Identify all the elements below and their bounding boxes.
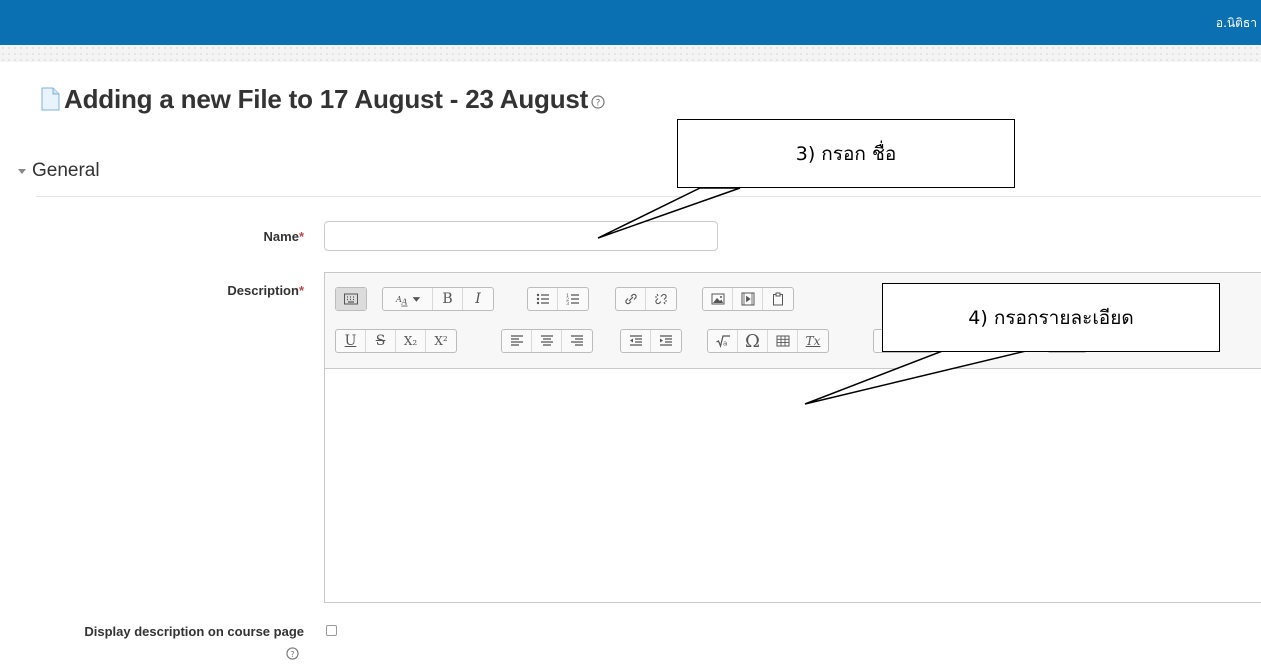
help-icon[interactable]: ?: [286, 647, 299, 660]
toolbar-group-links: [615, 287, 677, 311]
toolbar-group-insert: a Ω Tx: [707, 329, 829, 353]
svg-text:3: 3: [566, 301, 569, 307]
header-pattern-strip: [0, 45, 1261, 62]
paste-button[interactable]: [763, 288, 793, 310]
svg-text:a: a: [723, 340, 727, 348]
page-heading: Adding a new File to 17 August - 23 Augu…: [40, 82, 605, 116]
table-icon: [776, 335, 789, 347]
editor-content-area[interactable]: [325, 369, 1261, 603]
font-size-icon: AA: [394, 294, 420, 307]
help-icon[interactable]: ?: [591, 95, 605, 109]
user-menu[interactable]: อ.นิติธา: [1216, 14, 1257, 33]
display-description-label: Display description on course page: [84, 624, 304, 639]
bullet-list-icon: [536, 293, 549, 305]
outdent-button[interactable]: [621, 330, 651, 352]
clipboard-icon: [773, 292, 783, 306]
page-title: Adding a new File to 17 August - 23 Augu…: [64, 83, 589, 114]
toolbar-group-align: [501, 329, 593, 353]
keyboard-icon: [344, 293, 358, 305]
description-label: Description*: [227, 283, 304, 298]
numbered-list-icon: 123: [566, 293, 579, 307]
toolbar-group-toggle: [335, 287, 367, 311]
show-more-buttons-button[interactable]: [336, 288, 366, 310]
media-icon: [741, 292, 754, 306]
special-character-button[interactable]: Ω: [738, 330, 768, 352]
align-right-button[interactable]: [562, 330, 592, 352]
align-left-icon: [510, 335, 523, 346]
callout-description-text: 4) กรอกรายละเอียด: [968, 306, 1134, 329]
align-center-button[interactable]: [532, 330, 562, 352]
section-divider: [36, 196, 1261, 197]
link-button[interactable]: [616, 288, 646, 310]
svg-text:?: ?: [596, 99, 601, 109]
toolbar-group-font: AA B I: [382, 287, 494, 311]
italic-button[interactable]: I: [463, 288, 493, 310]
required-marker: *: [298, 283, 304, 298]
name-input[interactable]: [324, 221, 718, 251]
font-size-button[interactable]: AA: [383, 288, 433, 310]
callout-name-annotation: 3) กรอก ชื่อ: [677, 119, 1015, 188]
unlink-icon: [655, 293, 667, 305]
table-button[interactable]: [768, 330, 798, 352]
link-icon: [624, 293, 637, 305]
toolbar-group-indent: [620, 329, 682, 353]
collapse-chevron-icon: [18, 168, 26, 174]
svg-text:A: A: [400, 297, 407, 307]
top-navbar: อ.นิติธา: [0, 0, 1261, 45]
bold-button[interactable]: B: [433, 288, 463, 310]
clear-formatting-button[interactable]: Tx: [798, 330, 828, 352]
toolbar-group-media: [702, 287, 794, 311]
file-icon: [41, 87, 60, 111]
required-marker: *: [298, 229, 304, 244]
bullet-list-button[interactable]: [528, 288, 558, 310]
align-center-icon: [540, 335, 553, 346]
toolbar-group-lists: 123: [527, 287, 589, 311]
section-toggle-general[interactable]: General: [18, 160, 100, 182]
numbered-list-button[interactable]: 123: [558, 288, 588, 310]
toolbar-group-text-style: U S X₂ X²: [335, 329, 457, 353]
callout-name-text: 3) กรอก ชื่อ: [795, 142, 897, 165]
callout-description-annotation: 4) กรอกรายละเอียด: [882, 283, 1220, 352]
subscript-button[interactable]: X₂: [396, 330, 426, 352]
equation-button[interactable]: a: [708, 330, 738, 352]
outdent-icon: [629, 335, 642, 346]
section-title: General: [32, 160, 100, 181]
align-left-button[interactable]: [502, 330, 532, 352]
indent-icon: [660, 335, 672, 346]
strikethrough-button[interactable]: S: [366, 330, 396, 352]
name-label: Name*: [263, 229, 304, 244]
square-root-icon: a: [715, 335, 730, 348]
underline-button[interactable]: U: [336, 330, 366, 352]
indent-button[interactable]: [651, 330, 681, 352]
unlink-button[interactable]: [646, 288, 676, 310]
superscript-button[interactable]: X²: [426, 330, 456, 352]
media-button[interactable]: [733, 288, 763, 310]
align-right-icon: [571, 335, 583, 346]
svg-text:?: ?: [290, 649, 294, 659]
image-button[interactable]: [703, 288, 733, 310]
display-description-checkbox[interactable]: [326, 625, 337, 636]
image-icon: [711, 293, 724, 305]
